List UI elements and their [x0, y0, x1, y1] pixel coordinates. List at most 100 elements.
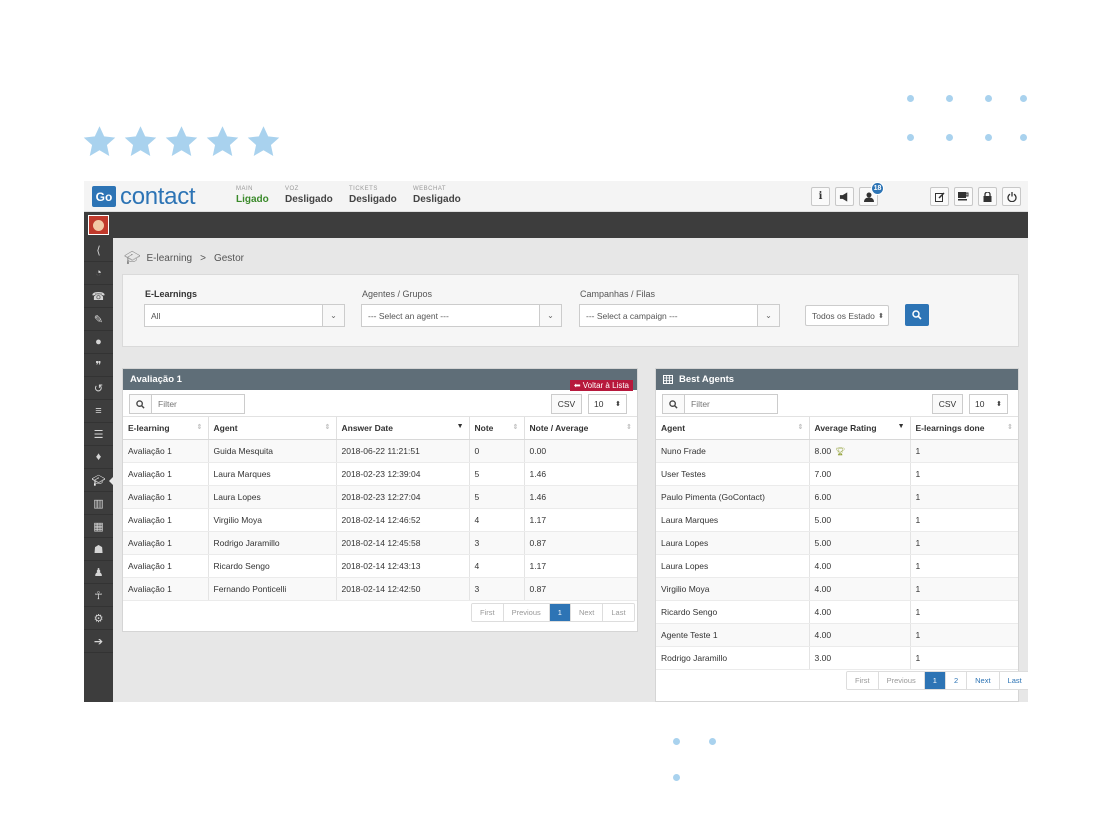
- column-header[interactable]: Agent ⇕: [656, 417, 810, 440]
- table-row[interactable]: Avaliação 1 Rodrigo Jaramillo 2018-02-14 1…: [123, 531, 637, 555]
- column-header[interactable]: Agent ⇕: [208, 417, 337, 440]
- table-row[interactable]: Rodrigo Jaramillo 3.00 1: [656, 646, 1018, 670]
- table-cell: 1: [910, 462, 1018, 486]
- table-cell: 0.87: [524, 531, 637, 555]
- first-page-button[interactable]: First: [847, 672, 879, 689]
- search-icon: [130, 395, 152, 413]
- page-size-select[interactable]: 10 ⬍: [588, 394, 627, 414]
- column-header[interactable]: Note ⇕: [469, 417, 525, 440]
- state-select[interactable]: Todos os Estado ⬍: [805, 305, 889, 326]
- table-cell: Ricardo Sengo: [208, 554, 337, 578]
- edit-button[interactable]: [930, 187, 949, 206]
- table-row[interactable]: Laura Lopes 4.00 1: [656, 554, 1018, 578]
- table-cell: 4.00: [809, 600, 911, 624]
- announcements-button[interactable]: [835, 187, 854, 206]
- first-page-button[interactable]: First: [472, 604, 504, 621]
- users-icon[interactable]: ☗: [84, 538, 113, 561]
- next-page-button[interactable]: Next: [570, 604, 604, 621]
- avatar[interactable]: [88, 215, 109, 235]
- dashboard-icon[interactable]: ◔: [84, 262, 113, 285]
- ticket-icon[interactable]: ✎: [84, 308, 113, 331]
- table-row[interactable]: Avaliação 1 Laura Lopes 2018-02-23 12:27:0…: [123, 485, 637, 509]
- graduation-cap-icon[interactable]: 🎓︎: [84, 469, 114, 492]
- table-cell: 0.87: [524, 577, 637, 601]
- table-row[interactable]: Laura Marques 5.00 1: [656, 508, 1018, 532]
- filter-input[interactable]: [685, 395, 777, 413]
- table-row[interactable]: User Testes 7.00 1: [656, 462, 1018, 486]
- logout-button[interactable]: [1002, 187, 1021, 206]
- decor-dot: [907, 134, 914, 141]
- page-button[interactable]: 2: [945, 672, 968, 689]
- previous-page-button[interactable]: Previous: [503, 604, 550, 621]
- arrow-circle-icon[interactable]: ➔: [84, 630, 113, 653]
- table-row[interactable]: Virgilio Moya 4.00 1: [656, 577, 1018, 601]
- table-row[interactable]: Avaliação 1 Guida Mesquita 2018-06-22 11:2…: [123, 439, 637, 463]
- evaluation-panel: Avaliação 1 ⬅ Voltar à Lista CSV 10 ⬍ E-…: [122, 368, 638, 632]
- sort-icon: ⇕: [324, 424, 331, 431]
- logo[interactable]: Go contact: [92, 185, 196, 209]
- column-header[interactable]: E-learning ⇕: [123, 417, 209, 440]
- decor-dot: [673, 738, 680, 745]
- graduation-cap-icon: 🎓︎: [124, 250, 141, 265]
- filter-input[interactable]: [152, 395, 244, 413]
- table-row[interactable]: Laura Lopes 5.00 1: [656, 531, 1018, 555]
- filter-field[interactable]: [129, 394, 245, 414]
- table-row[interactable]: Paulo Pimenta (GoContact) 6.00 1: [656, 485, 1018, 509]
- table-row[interactable]: Agente Teste 1 4.00 1: [656, 623, 1018, 647]
- page-button[interactable]: 1: [549, 604, 571, 621]
- users-online-button[interactable]: 18: [859, 182, 884, 206]
- lock-button[interactable]: [978, 187, 997, 206]
- table-header-row: E-learning ⇕ Agent ⇕ Answer Date ▼ Note ⇕ No…: [123, 417, 637, 440]
- next-page-button[interactable]: Next: [967, 672, 1000, 689]
- quote-icon[interactable]: ❞: [84, 354, 113, 377]
- breadcrumb-root[interactable]: E-learning: [147, 253, 193, 264]
- table-row[interactable]: Avaliação 1 Ricardo Sengo 2018-02-14 12:43…: [123, 554, 637, 578]
- column-header[interactable]: E-learnings done ⇕: [910, 417, 1018, 440]
- page-size-select[interactable]: 10 ⬍: [969, 394, 1008, 414]
- table-row[interactable]: Nuno Frade 8.00 🏆︎ 1: [656, 439, 1018, 463]
- thumbs-up-icon[interactable]: ♦: [84, 446, 113, 469]
- list-icon[interactable]: ☰: [84, 423, 113, 446]
- column-header[interactable]: Answer Date ▼: [336, 417, 470, 440]
- table-cell: 1: [910, 531, 1018, 555]
- table-cell: 0: [469, 439, 525, 463]
- table-row[interactable]: Ricardo Sengo 4.00 1: [656, 600, 1018, 624]
- csv-button[interactable]: CSV: [551, 394, 582, 414]
- table-row[interactable]: Avaliação 1 Laura Marques 2018-02-23 12:39…: [123, 462, 637, 486]
- column-header[interactable]: Note / Average ⇕: [524, 417, 637, 440]
- user-icon[interactable]: ♟: [84, 561, 113, 584]
- table-tools: CSV 10 ⬍: [123, 390, 637, 417]
- chat-icon[interactable]: ●: [84, 331, 113, 354]
- table-row[interactable]: Avaliação 1 Fernando Ponticelli 2018-02-14…: [123, 577, 637, 601]
- campaign-select[interactable]: --- Select a campaign --- ⌄: [579, 304, 780, 327]
- calendar-icon[interactable]: ▦: [84, 515, 113, 538]
- table-cell: Rodrigo Jaramillo: [656, 646, 810, 670]
- power-icon: [1006, 191, 1017, 202]
- table-row[interactable]: Avaliação 1 Virgilio Moya 2018-02-14 12:46…: [123, 508, 637, 532]
- elearnings-select[interactable]: All ⌄: [144, 304, 345, 327]
- filter-field[interactable]: [662, 394, 778, 414]
- updown-icon: ⬍: [615, 401, 621, 408]
- table-cell: 2018-02-14 12:46:52: [336, 508, 470, 532]
- csv-button[interactable]: CSV: [932, 394, 963, 414]
- gear-icon[interactable]: ⚙: [84, 607, 113, 630]
- agent-select[interactable]: --- Select an agent --- ⌄: [361, 304, 562, 327]
- previous-page-button[interactable]: Previous: [878, 672, 925, 689]
- table-cell: Avaliação 1: [123, 508, 209, 532]
- star-icon: [124, 126, 157, 156]
- bar-chart-icon[interactable]: ▥: [84, 492, 113, 515]
- status-webchat: WEBCHAT Desligado: [413, 186, 461, 205]
- share-icon[interactable]: ⟨: [84, 239, 113, 262]
- coffee-break-button[interactable]: [954, 187, 973, 206]
- page-button[interactable]: 1: [924, 672, 946, 689]
- phone-icon[interactable]: ☎: [84, 285, 113, 308]
- last-page-button[interactable]: Last: [999, 672, 1028, 689]
- column-header[interactable]: Average Rating ▼: [809, 417, 911, 440]
- info-button[interactable]: i: [811, 187, 830, 206]
- database-icon[interactable]: ≡: [84, 400, 113, 423]
- history-icon[interactable]: ↺: [84, 377, 113, 400]
- last-page-button[interactable]: Last: [603, 604, 634, 621]
- accessibility-icon[interactable]: ☥: [84, 584, 113, 607]
- status-value: Desligado: [349, 194, 397, 205]
- search-button[interactable]: [905, 304, 929, 326]
